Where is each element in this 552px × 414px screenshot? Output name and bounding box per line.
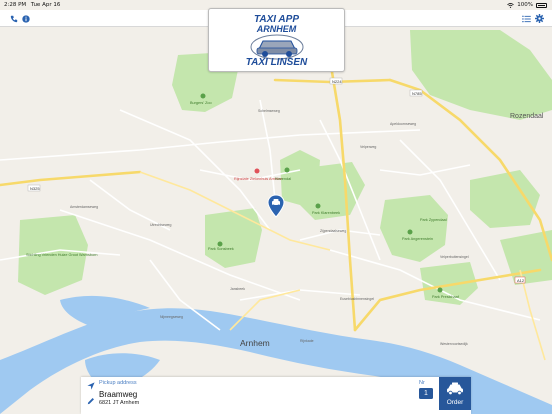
hospital-marker-icon [254,168,260,174]
nr-label: Nr [419,380,425,386]
order-button-label: Order [446,399,464,406]
road-label-velperweg: Velperweg [360,145,376,149]
wifi-icon [507,2,515,8]
gear-icon[interactable] [534,13,545,24]
road-label-schelmseweg: Schelmseweg [258,109,280,113]
status-time-date: 2:28 PM Tue Apr 16 [4,2,60,8]
poi-park-klarenbeek: Park Klarenbeek [312,211,340,215]
phone-icon[interactable] [8,13,19,24]
nr-field[interactable]: 1 [419,388,433,399]
district-label-rozendaal: Rozendaal [510,113,544,120]
pickup-street[interactable]: Braamweg [99,390,137,399]
poi-klarendal: Klarendal [275,177,291,181]
road-label-amsterdamseweg: Amsterdamseweg [70,205,98,209]
park-marker-icon [217,241,223,247]
status-time: 2:28 PM [4,2,27,8]
park-marker-icon [407,229,413,235]
park-marker-icon [284,167,290,173]
pickup-address-label: Pickup address [99,380,137,386]
road-label-zijpendaalseweg: Zijpendaalseweg [320,229,346,233]
road-label-velperbuitensingel: Velperbuitensingel [440,255,469,259]
pickup-postal: 6821 JT Arnhem [99,400,140,406]
road-label-westervoortsedijk: Westervoortsedijk [440,342,468,346]
park-sonsbeek [205,208,262,268]
road-badge-n785: N785 [412,91,422,96]
road-label-apeldoornseweg: Apeldoornseweg [390,122,416,126]
road-label-jansbeek: Jansbeek [230,287,245,291]
city-label-arnhem: Arnhem [240,338,270,348]
road-label-rijnkade: Rijnkade [300,339,314,343]
poi-park-zypendaal: Park Zypendaal [420,218,447,222]
taxi-icon [447,382,463,395]
battery-percent: 100% [517,2,533,8]
poi-park-sonsbeek: Park Sonsbeek [208,247,234,251]
list-icon[interactable] [521,13,532,24]
order-button[interactable]: Order [439,377,471,410]
poi-warnsborn: Stichting Vrienden Huize Groot Warnsborn [26,253,97,257]
app-logo: TAXI APP ARNHEM TAXI LINSEN [208,8,345,72]
road-badge-n325: N325 [30,186,40,191]
park-marker-icon [437,287,443,293]
road-badge-a12: A12 [517,278,525,283]
park-marker-icon [315,203,321,209]
pencil-edit-icon[interactable] [87,397,95,405]
road-label-utrechtseweg: Utrechtseweg [150,223,171,227]
poi-park-angerenstein: Park Angerenstein [402,237,433,241]
zoo-marker-icon [200,93,206,99]
info-icon[interactable] [20,13,31,24]
battery-icon [536,2,547,8]
logo-line-2: ARNHEM [256,24,297,34]
poi-burgers-zoo: Burgers' Zoo [190,101,212,105]
pickup-panel: Pickup address Braamweg 6821 JT Arnhem N… [81,377,471,414]
road-label-eusebiusbinnensingel: Eusebiusbinnensingel [340,297,374,301]
location-arrow-icon[interactable] [87,382,95,390]
road-badge-n224: N224 [332,79,342,84]
pickup-location-pin-icon[interactable] [267,194,285,218]
road-label-nijmeegseweg: Nijmeegseweg [160,315,183,319]
status-right: 100% [507,2,547,8]
logo-line-3: TAXI LINSEN [245,57,308,68]
status-date: Tue Apr 16 [30,2,61,8]
poi-park-presikhaaf: Park Presikhaaf [432,295,460,299]
